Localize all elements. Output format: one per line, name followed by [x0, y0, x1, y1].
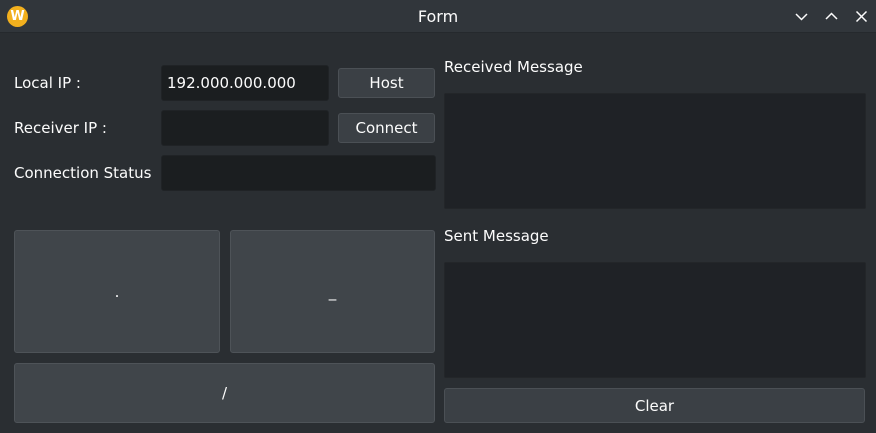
connection-status-field: [161, 155, 436, 191]
local-ip-label: Local IP :: [14, 74, 81, 92]
sent-message-label: Sent Message: [444, 227, 549, 245]
maximize-icon[interactable]: [823, 8, 840, 25]
received-message-label: Received Message: [444, 58, 583, 76]
window-title: Form: [417, 7, 459, 26]
dot-button[interactable]: .: [14, 230, 220, 353]
receiver-ip-label: Receiver IP :: [14, 119, 107, 137]
slash-button[interactable]: /: [14, 363, 435, 423]
host-button[interactable]: Host: [338, 68, 435, 98]
clear-button[interactable]: Clear: [444, 388, 865, 423]
title-bar: W Form: [0, 0, 876, 33]
local-ip-field[interactable]: 192.000.000.000: [161, 65, 329, 101]
connection-status-label: Connection Status: [14, 164, 152, 182]
received-message-area[interactable]: [444, 93, 866, 209]
dash-button[interactable]: _: [230, 230, 435, 353]
receiver-ip-field[interactable]: [161, 110, 329, 146]
connect-button[interactable]: Connect: [338, 113, 435, 143]
minimize-icon[interactable]: [793, 8, 810, 25]
sent-message-area[interactable]: [444, 262, 866, 378]
close-icon[interactable]: [853, 8, 870, 25]
